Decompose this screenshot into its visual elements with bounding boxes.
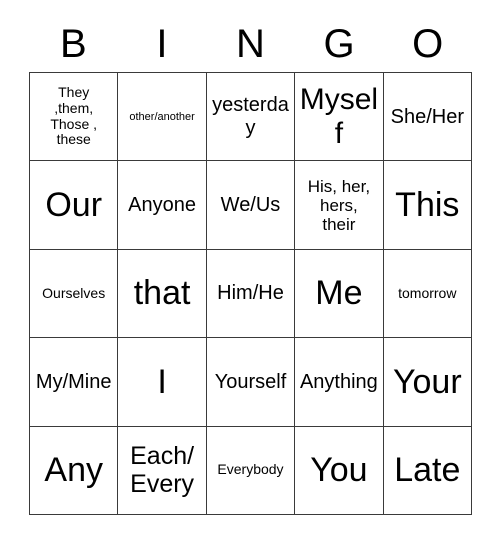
bingo-cell[interactable]: She/Her: [383, 73, 472, 162]
bingo-cell-label: Your: [392, 362, 462, 401]
bingo-cell-label: Everybody: [217, 461, 284, 478]
bingo-header-letter-g: G: [323, 22, 355, 66]
bingo-cell-label: Late: [394, 451, 461, 490]
bingo-cell[interactable]: You: [295, 426, 384, 515]
bingo-cell[interactable]: Everybody: [206, 426, 296, 515]
bingo-cell[interactable]: We/Us: [206, 161, 296, 250]
bingo-cell-label: My/Mine: [35, 370, 112, 393]
bingo-cell[interactable]: Anything: [295, 338, 384, 427]
bingo-cell[interactable]: tomorrow: [383, 249, 472, 339]
bingo-cell-label: Me: [315, 274, 363, 313]
bingo-cell[interactable]: Your: [383, 338, 472, 427]
bingo-cell-label: I: [157, 362, 167, 401]
bingo-cell[interactable]: Any: [30, 426, 119, 515]
bingo-grid: They ,them, Those , these other/another …: [29, 72, 472, 515]
bingo-cell-label: Any: [44, 451, 103, 490]
bingo-cell-label: Ourselves: [42, 284, 106, 301]
bingo-cell-label: This: [395, 186, 460, 225]
bingo-header-letter-b: B: [59, 22, 87, 66]
bingo-cell[interactable]: Each/ Every: [118, 426, 207, 515]
bingo-cell-label: Anything: [299, 370, 378, 393]
bingo-cell[interactable]: Ourselves: [30, 249, 119, 339]
bingo-cell[interactable]: Our: [30, 161, 119, 250]
bingo-cell[interactable]: His, her, hers, their: [295, 161, 384, 250]
bingo-cell[interactable]: Me: [295, 249, 384, 339]
bingo-card: B I N G O They ,them, Those , these othe…: [0, 0, 500, 544]
bingo-header-letter-n: N: [236, 22, 265, 66]
bingo-header-letter-i: I: [156, 22, 168, 66]
bingo-cell-label: They ,them, Those , these: [50, 84, 98, 148]
bingo-cell[interactable]: Late: [383, 426, 472, 515]
bingo-cell-label: Him/He: [217, 282, 284, 305]
bingo-cell-label: Yourself: [214, 370, 287, 393]
bingo-cell-label: that: [133, 274, 191, 313]
bingo-cell-label: yesterday: [212, 94, 289, 139]
bingo-cell[interactable]: Anyone: [118, 161, 207, 250]
bingo-cell[interactable]: other/another: [118, 73, 207, 162]
bingo-cell[interactable]: Him/He: [206, 249, 296, 339]
bingo-cell[interactable]: I: [118, 338, 207, 427]
bingo-cell-label: other/another: [129, 110, 195, 123]
bingo-cell[interactable]: Myself: [295, 73, 384, 162]
bingo-cell-label: We/Us: [220, 193, 281, 216]
bingo-cell-label: tomorrow: [398, 284, 457, 301]
bingo-cell[interactable]: Yourself: [206, 338, 296, 427]
bingo-cell-label: She/Her: [390, 105, 464, 128]
bingo-cell-label: Myself: [299, 83, 379, 150]
bingo-header-letter-o: O: [412, 22, 444, 66]
bingo-cell[interactable]: that: [118, 249, 207, 339]
bingo-cell-label: Each/ Every: [130, 442, 195, 499]
bingo-cell-label: Our: [45, 186, 103, 225]
bingo-cell[interactable]: My/Mine: [30, 338, 119, 427]
bingo-cell[interactable]: yesterday: [206, 73, 296, 162]
bingo-header-row: B I N G O: [29, 16, 472, 72]
bingo-cell[interactable]: They ,them, Those , these: [30, 73, 119, 162]
bingo-cell-label: Anyone: [128, 193, 197, 216]
bingo-cell-label: You: [310, 451, 368, 490]
bingo-cell-label: His, her, hers, their: [307, 176, 371, 234]
bingo-cell[interactable]: This: [383, 161, 472, 250]
